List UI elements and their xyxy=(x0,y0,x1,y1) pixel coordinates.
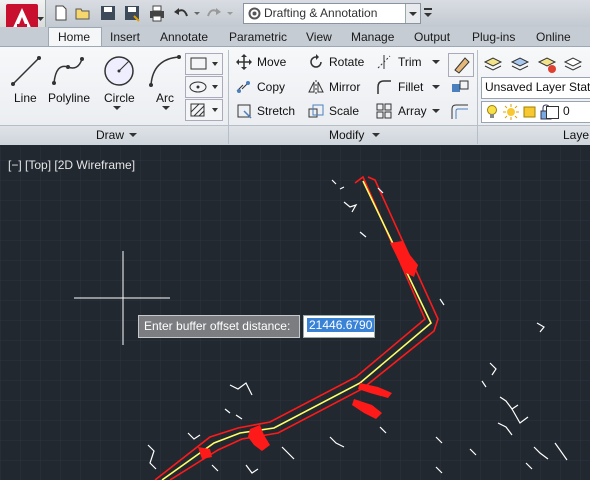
eraser-icon xyxy=(454,57,470,74)
rotate-icon xyxy=(310,54,322,68)
trim-icon xyxy=(377,55,391,69)
lightbulb-icon xyxy=(487,105,497,118)
scale-icon xyxy=(308,104,324,118)
open-folder-icon[interactable] xyxy=(74,4,92,22)
mirror-icon xyxy=(308,80,324,94)
tab-view[interactable]: View xyxy=(306,30,332,47)
fillet-button[interactable]: Fillet xyxy=(398,80,423,94)
dynamic-input-prompt: Enter buffer offset distance: xyxy=(138,315,300,338)
line-button[interactable]: Line xyxy=(14,91,37,105)
chevron-down-icon xyxy=(37,17,44,21)
tab-home-label[interactable]: Home xyxy=(58,30,90,47)
trim-button[interactable]: Trim xyxy=(398,55,422,69)
offset-distance-input[interactable]: 21446.6790 xyxy=(303,315,375,338)
layer-freeze-icon[interactable] xyxy=(563,54,585,74)
offset-icon xyxy=(451,104,468,119)
tab-parametric[interactable]: Parametric xyxy=(229,30,287,47)
modify-panel-title[interactable]: Modify xyxy=(329,128,364,142)
layer-state-dropdown[interactable]: Unsaved Layer State xyxy=(481,77,590,99)
stretch-icon xyxy=(237,104,252,119)
panel-divider xyxy=(228,125,229,144)
chevron-down-icon[interactable] xyxy=(129,133,137,139)
ellipse-button[interactable] xyxy=(185,76,223,98)
copy-button[interactable]: Copy xyxy=(257,80,285,94)
redo-dropdown-icon[interactable] xyxy=(225,4,243,22)
tab-insert[interactable]: Insert xyxy=(110,30,140,47)
undo-icon[interactable] xyxy=(172,4,190,22)
move-icon xyxy=(236,54,252,70)
stretch-button[interactable]: Stretch xyxy=(257,104,295,118)
print-icon[interactable] xyxy=(148,4,166,22)
viewport-controls[interactable]: [−] [Top] [2D Wireframe] xyxy=(8,158,135,172)
rectangle-icon xyxy=(190,57,218,70)
tab-annotate[interactable]: Annotate xyxy=(160,30,208,47)
circle-button[interactable]: Circle xyxy=(104,91,135,105)
arc-button[interactable]: Arc xyxy=(156,91,174,105)
save-as-icon[interactable] xyxy=(123,4,141,22)
array-icon xyxy=(376,103,392,119)
sun-icon xyxy=(503,104,519,120)
hatch-button[interactable] xyxy=(185,99,223,121)
hatch-icon xyxy=(190,103,218,117)
offset-distance-value: 21446.6790 xyxy=(307,318,375,332)
scale-button[interactable]: Scale xyxy=(329,104,359,118)
rotate-button[interactable]: Rotate xyxy=(329,55,364,69)
array-button[interactable]: Array xyxy=(398,104,427,118)
erase-button[interactable] xyxy=(448,53,474,77)
ellipse-icon xyxy=(189,81,218,93)
layer-state-value: Unsaved Layer State xyxy=(485,80,590,94)
chevron-down-icon[interactable] xyxy=(432,84,440,90)
line-icon xyxy=(11,56,41,86)
polyline-icon xyxy=(52,57,84,85)
rectangle-button[interactable] xyxy=(185,53,223,75)
copy-icon xyxy=(236,81,250,93)
save-icon[interactable] xyxy=(99,4,117,22)
workspace-name: Drafting & Annotation xyxy=(264,6,378,20)
chevron-down-icon[interactable] xyxy=(112,105,122,111)
new-file-icon[interactable] xyxy=(52,4,70,22)
chevron-down-icon[interactable] xyxy=(432,59,440,65)
layer-isolate-icon[interactable] xyxy=(537,54,557,74)
workspace-dropdown-button[interactable] xyxy=(405,4,420,23)
layer-dropdown[interactable]: 0 xyxy=(481,101,590,123)
circle-icon xyxy=(104,56,134,86)
chevron-down-icon[interactable] xyxy=(161,105,171,111)
tab-output[interactable]: Output xyxy=(414,30,450,47)
redo-icon[interactable] xyxy=(205,4,223,22)
customize-quick-access-icon[interactable] xyxy=(423,5,433,21)
chevron-down-icon[interactable] xyxy=(432,108,440,114)
workspace-switcher[interactable]: Drafting & Annotation xyxy=(243,3,421,24)
draw-panel-title[interactable]: Draw xyxy=(96,128,124,142)
drawing-canvas[interactable] xyxy=(0,147,590,480)
tab-online[interactable]: Online xyxy=(536,30,571,47)
panel-divider xyxy=(477,125,478,144)
explode-button[interactable] xyxy=(448,77,472,99)
tab-plug-ins[interactable]: Plug-ins xyxy=(472,30,515,47)
explode-icon xyxy=(452,80,469,92)
chevron-down-icon[interactable] xyxy=(372,133,380,139)
chevron-down-icon xyxy=(409,12,417,16)
offset-button[interactable] xyxy=(448,101,472,123)
ribbon-panel-titles xyxy=(0,125,590,145)
layer-viewport-freeze-icon xyxy=(523,106,536,118)
layers-panel-title[interactable]: Laye xyxy=(563,128,589,142)
drawing-grid xyxy=(0,147,590,480)
layer-properties-icon[interactable] xyxy=(483,54,503,74)
prompt-text: Enter buffer offset distance: xyxy=(144,319,291,333)
arc-icon xyxy=(149,55,181,87)
move-button[interactable]: Move xyxy=(257,55,286,69)
fillet-icon xyxy=(377,80,391,94)
current-layer-name: 0 xyxy=(563,104,570,118)
layer-states-icon[interactable] xyxy=(510,54,530,74)
gear-icon xyxy=(248,7,261,20)
drawing-content xyxy=(0,147,590,480)
polyline-button[interactable]: Polyline xyxy=(48,91,90,105)
tab-manage[interactable]: Manage xyxy=(351,30,394,47)
mirror-button[interactable]: Mirror xyxy=(329,80,360,94)
layer-color-swatch xyxy=(546,106,559,119)
